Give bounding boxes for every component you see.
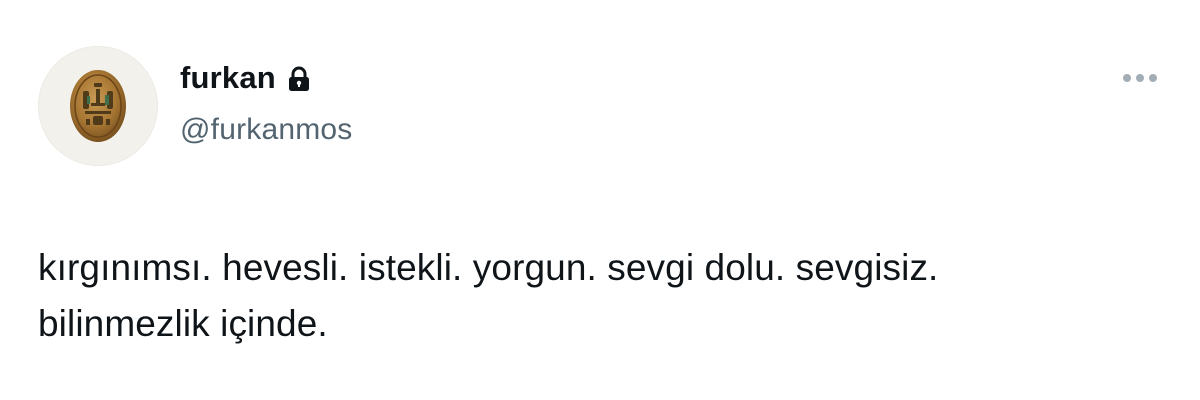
- scarab-seal-avatar: [39, 47, 157, 165]
- author-name-row: furkan: [180, 58, 310, 98]
- tweet-text-line: bilinmezlik içinde.: [38, 303, 328, 344]
- lock-icon: [288, 66, 310, 92]
- tweet-card: furkan @furkanmos kırgınımsı. hevesli. i…: [0, 0, 1200, 400]
- user-handle[interactable]: @furkanmos: [180, 110, 353, 150]
- tweet-text: kırgınımsı. hevesli. istekli. yorgun. se…: [38, 240, 1158, 352]
- display-name[interactable]: furkan: [180, 58, 276, 98]
- more-dots-icon: [1123, 74, 1157, 82]
- more-options-button[interactable]: [1118, 64, 1162, 92]
- tweet-text-line: kırgınımsı. hevesli. istekli. yorgun. se…: [38, 247, 939, 288]
- avatar[interactable]: [38, 46, 158, 166]
